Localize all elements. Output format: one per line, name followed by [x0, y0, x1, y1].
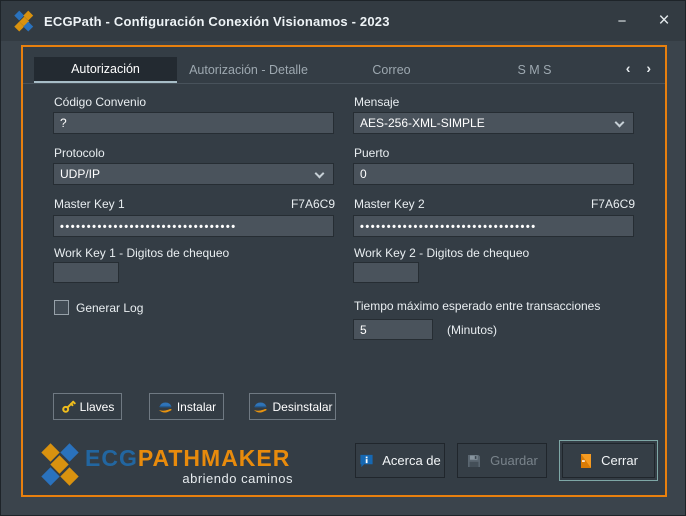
work-key-1-input[interactable]	[53, 262, 119, 283]
tiempo-maximo-label: Tiempo máximo esperado entre transaccion…	[354, 299, 600, 313]
protocolo-label: Protocolo	[54, 146, 105, 160]
app-window: ECGPath - Configuración Conexión Visiona…	[0, 0, 686, 516]
master-key-2-label: Master Key 2	[354, 197, 425, 211]
generar-log-label: Generar Log	[76, 301, 143, 315]
tiempo-maximo-input[interactable]	[353, 319, 433, 340]
master-key-1-check-digits: F7A6C9	[291, 197, 335, 211]
mensaje-select[interactable]: AES-256-XML-SIMPLE	[353, 112, 634, 134]
install-hand-icon	[157, 399, 173, 415]
close-button[interactable]: ×	[643, 1, 685, 41]
ecgpathmaker-logo-icon	[37, 443, 83, 491]
cerrar-button-focus-ring: Cerrar	[559, 440, 658, 481]
tab-sms[interactable]: S M S	[463, 57, 606, 83]
master-key-1-label: Master Key 1	[54, 197, 125, 211]
work-key-2-input[interactable]	[353, 262, 419, 283]
tab-autorizacion[interactable]: Autorización	[34, 57, 177, 83]
tab-bar: Autorización Autorización - Detalle Corr…	[34, 57, 606, 83]
instalar-button[interactable]: Instalar	[149, 393, 224, 420]
tab-scroll-right-icon[interactable]: ›	[646, 60, 651, 76]
cerrar-button[interactable]: Cerrar	[562, 443, 655, 478]
llaves-button-label: Llaves	[80, 400, 115, 414]
config-panel: Autorización Autorización - Detalle Corr…	[21, 45, 667, 497]
codigo-convenio-label: Código Convenio	[54, 95, 146, 109]
master-key-2-input[interactable]	[353, 215, 634, 237]
instalar-button-label: Instalar	[177, 400, 216, 414]
chevron-down-icon	[315, 169, 325, 179]
desinstalar-button[interactable]: Desinstalar	[249, 393, 336, 420]
llaves-button[interactable]: Llaves	[53, 393, 122, 420]
puerto-label: Puerto	[354, 146, 389, 160]
protocolo-selected-value: UDP/IP	[60, 167, 100, 181]
mensaje-selected-value: AES-256-XML-SIMPLE	[360, 116, 485, 130]
tab-correo[interactable]: Correo	[320, 57, 463, 83]
logo-text-ecg: ECG	[85, 445, 138, 471]
guardar-button[interactable]: Guardar	[457, 443, 547, 478]
desinstalar-button-label: Desinstalar	[272, 400, 332, 414]
titlebar: ECGPath - Configuración Conexión Visiona…	[1, 1, 685, 41]
logo-text-pathmaker: PATHMAKER	[138, 445, 291, 471]
window-title: ECGPath - Configuración Conexión Visiona…	[44, 14, 390, 29]
ecgpathmaker-wordmark: ECGPATHMAKER	[85, 447, 290, 473]
work-key-2-label: Work Key 2 - Digitos de chequeo	[354, 246, 529, 260]
cerrar-button-label: Cerrar	[601, 453, 638, 468]
tab-scroll-arrows: ‹ ›	[614, 60, 651, 76]
minimize-button[interactable]: −	[601, 1, 643, 41]
mensaje-label: Mensaje	[354, 95, 399, 109]
acerca-de-button[interactable]: Acerca de	[355, 443, 445, 478]
tab-separator	[23, 83, 665, 84]
tab-autorizacion-detalle[interactable]: Autorización - Detalle	[177, 57, 320, 83]
exit-door-icon	[579, 453, 593, 469]
protocolo-select[interactable]: UDP/IP	[53, 163, 334, 185]
info-icon	[359, 453, 374, 468]
uninstall-hand-icon	[252, 399, 268, 415]
key-icon	[61, 399, 76, 414]
master-key-2-check-digits: F7A6C9	[591, 197, 635, 211]
tiempo-maximo-suffix: (Minutos)	[447, 323, 497, 337]
chevron-down-icon	[615, 118, 625, 128]
save-floppy-icon	[466, 453, 482, 469]
app-logo-icon	[14, 11, 34, 31]
acerca-de-button-label: Acerca de	[382, 453, 441, 468]
work-key-1-label: Work Key 1 - Digitos de chequeo	[54, 246, 229, 260]
tab-scroll-left-icon[interactable]: ‹	[626, 60, 631, 76]
master-key-1-input[interactable]	[53, 215, 334, 237]
guardar-button-label: Guardar	[490, 453, 538, 468]
logo-tagline: abriendo caminos	[85, 471, 293, 486]
puerto-input[interactable]	[353, 163, 634, 185]
codigo-convenio-input[interactable]	[53, 112, 334, 134]
generar-log-checkbox[interactable]	[54, 300, 69, 315]
